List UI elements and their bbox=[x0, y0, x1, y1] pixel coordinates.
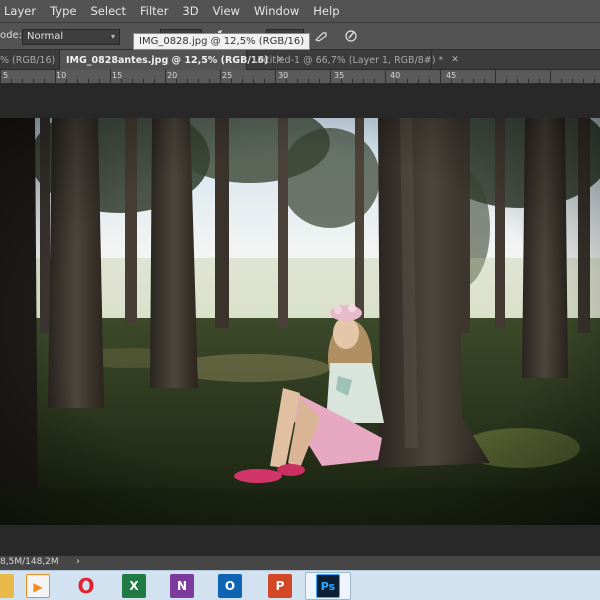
document-size: 8,5M/148,2M bbox=[0, 557, 59, 567]
document-tab-bar: % (RGB/16) ✕ IMG_0828antes.jpg @ 12,5% (… bbox=[0, 50, 600, 70]
tab-document-3[interactable]: Untitled-1 @ 66,7% (Layer 1, RGB/8#) * ✕ bbox=[247, 50, 459, 70]
ruler-tick bbox=[286, 79, 287, 83]
tab-document-1[interactable]: % (RGB/16) ✕ bbox=[0, 50, 71, 70]
ruler-tick bbox=[55, 69, 56, 83]
mode-dropdown[interactable]: Normal ▾ bbox=[22, 29, 120, 45]
ruler-label: 35 bbox=[334, 71, 345, 80]
ruler-tick bbox=[363, 79, 364, 83]
ruler-tick bbox=[231, 79, 232, 83]
ruler-tick bbox=[110, 69, 111, 83]
document-canvas[interactable] bbox=[0, 84, 600, 555]
ruler-tick bbox=[418, 79, 419, 83]
close-icon[interactable]: ✕ bbox=[451, 55, 459, 65]
ruler-tick bbox=[44, 79, 45, 83]
opera-icon[interactable]: O bbox=[74, 574, 98, 598]
ruler-tick bbox=[440, 69, 441, 83]
ruler-tick bbox=[165, 69, 166, 83]
ruler-tick bbox=[550, 69, 551, 83]
status-menu-arrow[interactable]: › bbox=[76, 556, 80, 567]
ruler-tick bbox=[396, 79, 397, 83]
excel-icon[interactable]: X bbox=[122, 574, 146, 598]
photo-girl-under-tree bbox=[0, 118, 600, 525]
ruler-tick bbox=[77, 79, 78, 83]
powerpoint-icon[interactable]: P bbox=[268, 574, 292, 598]
tab-tooltip: IMG_0828.jpg @ 12,5% (RGB/16) bbox=[133, 33, 311, 50]
ruler-tick bbox=[88, 79, 89, 83]
ruler-tick bbox=[429, 79, 430, 83]
ruler-tick bbox=[22, 79, 23, 83]
tab-label: % (RGB/16) bbox=[0, 54, 56, 66]
ruler-tick bbox=[330, 69, 331, 83]
ruler-tick bbox=[506, 79, 507, 83]
ruler-tick bbox=[484, 79, 485, 83]
menu-select[interactable]: Select bbox=[84, 4, 133, 18]
windows-taskbar: ▶ O X N O P Ps bbox=[0, 570, 600, 600]
ruler-tick bbox=[374, 79, 375, 83]
tab-label: IMG_0828antes.jpg @ 12,5% (RGB/16) bbox=[66, 54, 269, 66]
ruler-tick bbox=[176, 79, 177, 83]
media-player-icon[interactable]: ▶ bbox=[26, 574, 50, 598]
photoshop-icon[interactable]: Ps bbox=[316, 574, 340, 598]
menu-3d[interactable]: 3D bbox=[175, 4, 205, 18]
ruler-tick bbox=[572, 79, 573, 83]
menu-bar: Layer Type Select Filter 3D View Window … bbox=[0, 0, 600, 22]
ruler-tick bbox=[341, 79, 342, 83]
ruler-tick bbox=[495, 69, 496, 83]
menu-filter[interactable]: Filter bbox=[133, 4, 175, 18]
ruler-tick bbox=[132, 79, 133, 83]
ruler-tick bbox=[143, 79, 144, 83]
ruler-tick bbox=[66, 79, 67, 83]
ruler-tick bbox=[297, 79, 298, 83]
ruler-tick bbox=[473, 79, 474, 83]
ruler-tick bbox=[220, 69, 221, 83]
ruler-label: 10 bbox=[56, 71, 67, 80]
ruler-tick bbox=[462, 79, 463, 83]
ruler-tick bbox=[539, 79, 540, 83]
menu-window[interactable]: Window bbox=[247, 4, 306, 18]
ruler-tick bbox=[264, 79, 265, 83]
ruler-tick bbox=[198, 79, 199, 83]
menu-layer[interactable]: Layer bbox=[0, 4, 43, 18]
tab-document-2[interactable]: IMG_0828antes.jpg @ 12,5% (RGB/16) ✕ bbox=[60, 50, 284, 70]
ruler-tick bbox=[242, 79, 243, 83]
ruler-tick bbox=[594, 79, 595, 83]
ruler-tick bbox=[154, 79, 155, 83]
menu-help[interactable]: Help bbox=[306, 4, 346, 18]
onenote-icon[interactable]: N bbox=[170, 574, 194, 598]
mode-value: Normal bbox=[27, 31, 64, 42]
pressure-size-icon[interactable] bbox=[342, 29, 360, 45]
ruler-tick bbox=[451, 79, 452, 83]
ruler-tick bbox=[528, 79, 529, 83]
ruler-tick bbox=[275, 69, 276, 83]
ruler-tick bbox=[583, 79, 584, 83]
ruler-tick bbox=[253, 79, 254, 83]
ruler-tick bbox=[187, 79, 188, 83]
explorer-folder-icon[interactable] bbox=[0, 574, 14, 598]
ruler-tick bbox=[561, 79, 562, 83]
mode-label: ode: bbox=[0, 30, 22, 41]
horizontal-ruler: 5 10 15 20 25 30 35 40 45 bbox=[0, 69, 600, 84]
ruler-tick bbox=[209, 79, 210, 83]
menu-type[interactable]: Type bbox=[43, 4, 83, 18]
airbrush-icon[interactable] bbox=[312, 29, 330, 45]
chevron-down-icon: ▾ bbox=[110, 32, 115, 41]
ruler-tick bbox=[352, 79, 353, 83]
ruler-tick bbox=[407, 79, 408, 83]
ruler-tick bbox=[11, 79, 12, 83]
outlook-icon[interactable]: O bbox=[218, 574, 242, 598]
ruler-tick bbox=[121, 79, 122, 83]
menu-view[interactable]: View bbox=[206, 4, 247, 18]
ruler-tick bbox=[517, 79, 518, 83]
ruler-label: 5 bbox=[3, 71, 9, 80]
ruler-tick bbox=[99, 79, 100, 83]
ruler-tick bbox=[308, 79, 309, 83]
tab-label: Untitled-1 @ 66,7% (Layer 1, RGB/8#) * bbox=[253, 54, 444, 66]
ruler-tick bbox=[319, 79, 320, 83]
ruler-tick bbox=[385, 69, 386, 83]
ruler-tick bbox=[33, 79, 34, 83]
status-bar: 8,5M/148,2M › bbox=[0, 555, 600, 570]
ruler-tick bbox=[0, 69, 1, 83]
